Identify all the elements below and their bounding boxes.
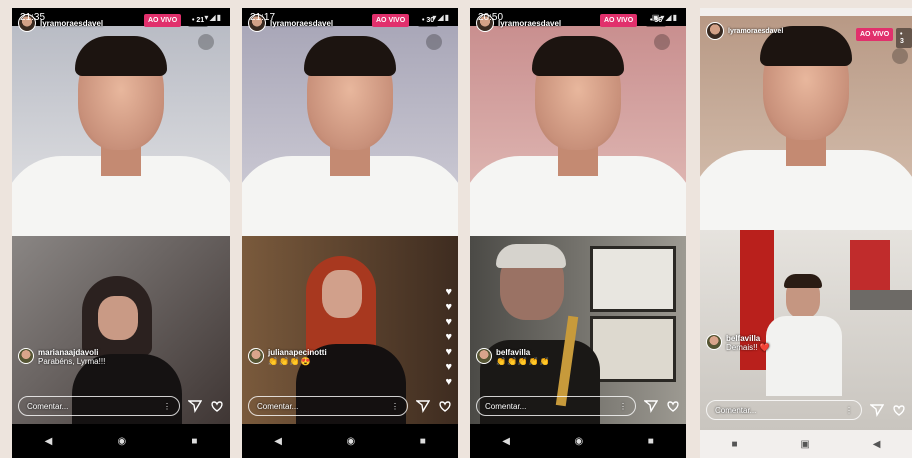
more-icon[interactable]: ⋮ [391,397,399,415]
host-video [470,26,686,236]
comment-avatar[interactable] [248,348,264,364]
avatar[interactable] [706,22,724,40]
comment: julianapecinotti 👏👏👏😍 [248,348,327,366]
comment-bar: Comentar... ⋮ [248,396,452,416]
comment-text: 👏👏👏👏👏 [496,357,551,366]
comment-input[interactable]: Comentar... ⋮ [706,400,862,420]
comment: belfavilla 👏👏👏👏👏 [476,348,551,366]
heart-icon: ♥ [445,376,452,388]
recents-icon[interactable]: ■ [731,439,737,450]
floating-hearts: ♥ ♥ ♥ ♥ ♥ ♥ ♥ [445,287,452,388]
comment-input[interactable]: Comentar... ⋮ [18,396,180,416]
android-nav-bar: ◀ ◉ ■ [12,424,230,458]
send-icon[interactable] [870,403,884,417]
host-username[interactable]: lyramoraesdavel [728,28,783,35]
back-icon[interactable]: ◀ [45,436,53,447]
back-icon[interactable]: ◀ [502,436,510,447]
live-badge: AO VIVO [856,28,894,41]
heart-icon[interactable] [210,399,224,413]
comment-text: 👏👏👏😍 [268,357,312,366]
comment-avatar[interactable] [476,348,492,364]
comment: belfavilla Demais!! ❤️ [706,334,770,352]
heart-icon: ♥ [445,361,452,373]
viewer-count[interactable]: • 3 [896,28,912,48]
comment-text: Parabéns, Lyrma!!! [38,357,106,366]
comment-bar: Comentar... ⋮ [476,396,680,416]
heart-icon[interactable] [438,399,452,413]
status-bar: 20:50 ▣▾◢▮ [470,8,686,26]
android-nav-bar: ■ ▣ ◀ [700,430,912,458]
home-icon[interactable]: ◉ [346,436,355,447]
close-icon[interactable] [892,48,908,64]
more-icon[interactable]: ⋮ [845,401,853,419]
phone-screenshot-3: 20:50 ▣▾◢▮ lyramoraesdavel AO VIVO • 36 … [470,8,686,458]
heart-icon: ♥ [445,301,452,313]
status-bar: 21:35 ▾◢▮ [12,8,230,26]
home-icon[interactable]: ▣ [800,439,809,450]
send-icon[interactable] [416,399,430,413]
comment-username[interactable]: marianaajdavoli [38,348,105,357]
comment-input[interactable]: Comentar... ⋮ [248,396,408,416]
heart-icon[interactable] [892,403,906,417]
phone-screenshot-2: 21:17 ▾◢▮ lyramoraesdavel AO VIVO • 30 j… [242,8,458,458]
comment-username[interactable]: julianapecinotti [268,348,327,357]
send-icon[interactable] [644,399,658,413]
more-icon[interactable]: ⋮ [163,397,171,415]
heart-icon[interactable] [666,399,680,413]
recents-icon[interactable]: ■ [648,436,654,447]
phone-screenshot-1: 21:35 ▾◢▮ lyramoraesdavel AO VIVO • 21 m… [12,8,230,458]
close-icon[interactable] [198,34,214,50]
comment-bar: Comentar... ⋮ [706,400,906,420]
recents-icon[interactable]: ■ [191,436,197,447]
heart-icon: ♥ [445,316,452,328]
close-icon[interactable] [654,34,670,50]
heart-icon: ♥ [445,286,452,298]
host-info[interactable]: lyramoraesdavel [706,22,783,40]
comment: marianaajdavoli Parabéns, Lyrma!!! [18,348,105,366]
send-icon[interactable] [188,399,202,413]
comment-avatar[interactable] [706,334,722,350]
android-nav-bar: ◀ ◉ ■ [470,424,686,458]
status-bar: 21:17 ▾◢▮ [242,8,458,26]
close-icon[interactable] [426,34,442,50]
status-icons: ▾◢▮ [432,12,450,22]
comment-username[interactable]: belfavilla [496,348,551,357]
more-icon[interactable]: ⋮ [619,397,627,415]
back-icon[interactable]: ◀ [873,439,881,450]
comment-bar: Comentar... ⋮ [18,396,224,416]
host-video [12,26,230,236]
android-nav-bar: ◀ ◉ ■ [242,424,458,458]
status-time: 21:17 [250,11,276,23]
recents-icon[interactable]: ■ [420,436,426,447]
status-icons: ▣▾◢▮ [651,12,678,22]
comment-avatar[interactable] [18,348,34,364]
home-icon[interactable]: ◉ [574,436,583,447]
host-video [242,26,458,236]
heart-icon: ♥ [445,346,452,358]
status-time: 21:35 [20,11,46,23]
status-time: 20:50 [478,11,504,23]
comment-username[interactable]: belfavilla [726,334,770,343]
phone-screenshot-4: lyramoraesdavel AO VIVO • 3 belfavilla D… [700,8,912,458]
status-icons: ▾◢▮ [204,12,222,22]
comment-input[interactable]: Comentar... ⋮ [476,396,636,416]
comment-text: Demais!! ❤️ [726,343,770,352]
heart-icon: ♥ [445,331,452,343]
home-icon[interactable]: ◉ [117,436,126,447]
host-video [700,16,912,230]
back-icon[interactable]: ◀ [274,436,282,447]
